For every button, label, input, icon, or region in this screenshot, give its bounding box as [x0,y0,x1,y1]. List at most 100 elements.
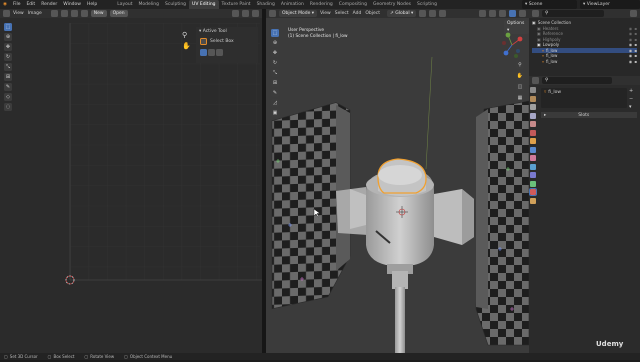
mode-selector[interactable]: Object Mode ▾ [279,10,318,17]
uv-menu-image[interactable]: Image [28,11,42,16]
editor-type-icon[interactable] [3,10,10,17]
status-item: ▢ Set 3D Cursor [4,354,38,359]
scene-render[interactable] [266,9,529,353]
collection-icon: ▣ [532,20,536,25]
proportional-icon[interactable] [439,10,447,17]
viewport-menu-select[interactable]: Select [335,11,349,16]
shading-material-icon[interactable] [519,10,526,17]
uv-pan-icon[interactable]: ✋ [182,42,191,50]
texture-tab-icon[interactable] [530,197,536,204]
select-mode-new-icon[interactable] [200,49,207,56]
proportional-icon[interactable] [252,10,259,17]
menu-window[interactable]: Window [60,0,84,9]
output-tab-icon[interactable] [530,104,536,110]
orientation-selector[interactable]: ↗ Global ▾ [387,10,417,17]
gizmo-icon[interactable] [489,10,496,17]
camera-view-icon[interactable]: ◫ [516,83,524,91]
scale-tool-icon[interactable]: ⤡ [271,69,279,77]
pan-icon[interactable]: ✋ [516,72,524,80]
shading-solid-icon[interactable] [509,10,516,17]
uv-menu-view[interactable]: View [13,11,24,16]
modifier-tab-icon[interactable] [530,146,536,153]
measure-tool-icon[interactable]: ◿ [271,99,279,107]
new-image-button[interactable]: New [90,10,107,17]
zoom-icon[interactable]: ⚲ [516,61,524,69]
physics-tab-icon[interactable] [530,163,536,170]
select-mode-extend-icon[interactable] [208,49,215,56]
uv-edge-mode-icon[interactable] [70,10,78,17]
uv-vertex-mode-icon[interactable] [60,10,68,17]
select-tool-icon[interactable]: ⬚ [271,29,279,37]
menu-render[interactable]: Render [38,0,60,9]
cursor-tool-icon[interactable]: ⊕ [271,39,279,47]
outliner-item[interactable]: ▿ fi_low ◉ ▪ [532,59,637,65]
pivot-icon[interactable] [419,10,427,17]
status-bar: ▢ Set 3D Cursor ▢ Box Select ▢ Rotate View ▢ Ob… [0,353,640,360]
remove-slot-icon[interactable]: − [629,96,633,102]
tab-uv-editing[interactable]: UV Editing [189,0,219,9]
tab-geometry-nodes[interactable]: Geometry Nodes [370,0,414,9]
outliner-search[interactable]: ⚲ [542,10,604,17]
tool-tab-icon[interactable] [530,87,536,93]
3d-viewport: Object Mode ▾ View Select Add Object ↗ Glob… [266,9,529,353]
navigation-gizmo[interactable] [498,31,526,59]
uv-grid-canvas[interactable] [0,18,262,362]
data-tab-icon[interactable] [530,180,536,187]
camera-icon[interactable]: ▪ [634,59,637,65]
tab-layout[interactable]: Layout [114,0,135,9]
visibility-icon[interactable] [479,10,486,17]
transform-tool-icon[interactable]: ⊞ [271,79,279,87]
material-tab-icon[interactable] [529,188,537,196]
particles-tab-icon[interactable] [530,155,536,161]
add-cube-tool-icon[interactable]: ▣ [271,109,279,117]
annotate-tool-icon[interactable]: ✎ [271,89,279,97]
pivot-icon[interactable] [232,10,239,17]
select-box-icon[interactable] [200,38,207,45]
move-tool-icon[interactable]: ✥ [271,49,279,57]
overlay-icon[interactable] [499,10,506,17]
scene-selector[interactable]: ▾ Scene [522,0,577,9]
snap-icon[interactable] [242,10,249,17]
tab-rendering[interactable]: Rendering [307,0,336,9]
viewport-menu-add[interactable]: Add [353,11,362,16]
constraints-tab-icon[interactable] [530,172,536,178]
snap-icon[interactable] [429,10,437,17]
world-tab-icon[interactable] [530,129,536,136]
blender-logo-icon[interactable]: ◉ [0,0,10,9]
view-layer-selector[interactable]: ▾ ViewLayer [580,0,640,9]
tab-sculpting[interactable]: Sculpting [162,0,189,9]
render-tab-icon[interactable] [530,95,536,102]
menu-edit[interactable]: Edit [23,0,38,9]
editor-type-icon[interactable] [532,10,539,17]
filter-icon[interactable] [630,10,637,17]
slots-panel[interactable]: ▸ Slots [541,112,637,118]
object-tab-icon[interactable] [530,138,536,144]
viewport-menu-object[interactable]: Object [365,11,380,16]
open-image-button[interactable]: Open [109,10,128,17]
material-slot-list[interactable]: ▿ fi_low [541,88,627,108]
uv-sync-icon[interactable] [50,10,58,17]
tab-animation[interactable]: Animation [278,0,307,9]
slot-menu-icon[interactable]: ▾ [629,104,633,110]
eye-icon[interactable]: ◉ [629,59,633,65]
menu-file[interactable]: File [10,0,24,9]
menu-help[interactable]: Help [84,0,100,9]
properties-search[interactable]: ⚲ [542,77,612,84]
scene-tab-icon[interactable] [530,121,536,127]
view-layer-tab-icon[interactable] [530,112,536,119]
select-mode-subtract-icon[interactable] [216,49,223,56]
tab-compositing[interactable]: Compositing [336,0,370,9]
uv-face-mode-icon[interactable] [80,10,88,17]
editor-type-icon[interactable] [532,77,539,84]
tab-texture-paint[interactable]: Texture Paint [219,0,254,9]
add-slot-icon[interactable]: + [629,88,633,94]
ortho-toggle-icon[interactable]: ▦ [516,94,524,102]
viewport-menu-view[interactable]: View [320,11,331,16]
editor-type-icon[interactable] [269,10,276,17]
tab-shading[interactable]: Shading [254,0,278,9]
uv-zoom-icon[interactable]: ⚲ [182,31,190,39]
rotate-tool-icon[interactable]: ↻ [271,59,279,67]
tab-modeling[interactable]: Modeling [136,0,162,9]
slot-side-buttons: + − ▾ [629,88,633,110]
tab-scripting[interactable]: Scripting [414,0,440,9]
